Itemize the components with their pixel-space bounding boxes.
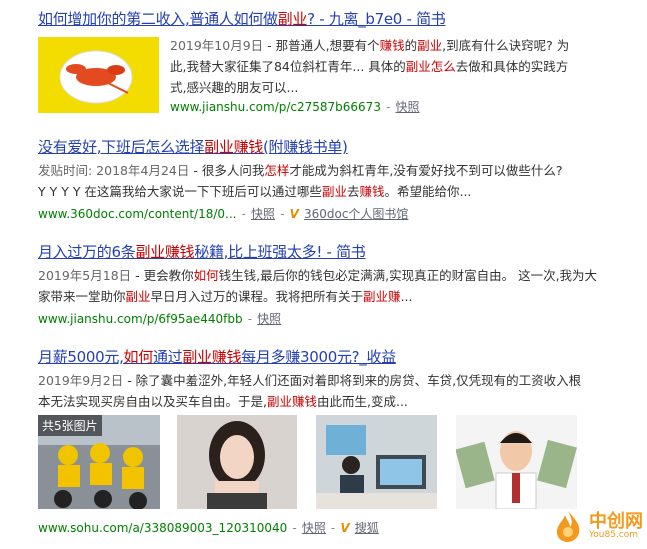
- search-result-1: 如何增加你的第二收入,普通人如何做副业? - 九离_b7e0 - 简书 2019…: [38, 8, 638, 114]
- abstract-highlight: 赚钱: [359, 184, 385, 199]
- result-title-2[interactable]: 没有爱好,下班后怎么选择副业赚钱(附赚钱书单): [38, 136, 638, 157]
- abstract-text: 早日月入过万的课程。我将把所有关于: [150, 289, 364, 304]
- abstract-text: 的: [404, 38, 418, 53]
- search-result-3: 月入过万的6条副业赚钱秘籍,比上班强太多! - 简书 2019年5月18日 - …: [38, 241, 638, 327]
- image-3-office-worker[interactable]: [316, 415, 437, 509]
- abstract-highlight: 赚钱: [379, 38, 405, 53]
- title-text: 每月多赚3000元?_收益: [241, 348, 396, 366]
- source-link[interactable]: 搜狐: [355, 521, 379, 535]
- abstract-text: - 更会教你: [131, 268, 194, 283]
- title-text: 没有爱好,下班后怎么选择: [38, 138, 205, 156]
- title-text: 月入过万的6条: [38, 243, 136, 261]
- title-text: ? - 九离_b7e0 - 简书: [307, 10, 446, 28]
- separator: -: [386, 100, 391, 114]
- abstract-highlight: 怎样: [264, 163, 290, 178]
- result-abstract-1: 2019年10月9日 - 那普通人,想要有个赚钱的副业,到底有什么诀窍呢? 为此…: [170, 35, 582, 98]
- flame-icon: [556, 511, 580, 542]
- abstract-text: - 那普通人,想要有个: [263, 38, 380, 53]
- snapshot-link[interactable]: 快照: [257, 312, 281, 326]
- abstract-highlight: 副业: [321, 184, 347, 199]
- result-meta-3: www.jianshu.com/p/6f95ae440fbb - 快照: [38, 308, 638, 327]
- separator: -: [280, 207, 285, 221]
- image-count-label: 共5张图片: [38, 415, 102, 436]
- title-text: 月薪5000元,: [38, 348, 124, 366]
- abstract-text: ...: [400, 289, 413, 304]
- title-text: (附赚钱书单): [262, 138, 348, 156]
- source-link[interactable]: 360doc个人图书馆: [304, 207, 408, 221]
- watermark-brand: 中创网: [589, 510, 643, 532]
- abstract-highlight: 副业: [417, 38, 443, 53]
- title-highlight: 如何: [123, 348, 154, 366]
- title-highlight: 副业: [277, 10, 308, 28]
- title-highlight: 副业赚钱: [135, 243, 195, 261]
- title-text: 通过: [152, 348, 183, 366]
- result-meta-1: www.jianshu.com/p/c27587b66673 - 快照: [170, 96, 420, 115]
- result-meta-4: www.sohu.com/a/338089003_120310040 - 快照 …: [38, 517, 379, 536]
- title-highlight: 副业赚钱: [204, 138, 263, 156]
- abstract-text: 由此而生,变成...: [317, 394, 408, 409]
- result-date: 2019年9月2日: [38, 373, 124, 388]
- abstract-text: 去: [346, 184, 360, 199]
- result-meta-2: www.360doc.com/content/18/0... - 快照 - V …: [38, 203, 638, 222]
- title-text: 秘籍,比上班强太多! - 简书: [194, 243, 366, 261]
- result-abstract-2: 发贴时间: 2018年4月24日 - 很多人问我怎样才能成为斜杠青年,没有爱好找…: [38, 160, 598, 202]
- abstract-highlight: 副业赚: [363, 289, 401, 304]
- abstract-highlight: 副业: [125, 289, 151, 304]
- snapshot-link[interactable]: 快照: [302, 521, 326, 535]
- result-url[interactable]: www.360doc.com/content/18/0...: [38, 207, 236, 221]
- title-highlight: 副业赚钱: [182, 348, 242, 366]
- result-date: 2019年10月9日: [170, 38, 264, 53]
- abstract-highlight: 副业赚钱: [266, 394, 317, 409]
- result-abstract-4: 2019年9月2日 - 除了囊中羞涩外,年轻人们还面对着即将到来的房贷、车贷,仅…: [38, 370, 583, 412]
- separator: -: [330, 521, 336, 535]
- image-2-woman-portrait[interactable]: [177, 415, 297, 509]
- result-abstract-3: 2019年5月18日 - 更会教你如何钱生钱,最后你的钱包必定满满,实现真正的财…: [38, 265, 598, 307]
- watermark-sub: You85.com: [589, 529, 639, 540]
- abstract-text: 。希望能给你...: [384, 184, 472, 199]
- search-result-2: 没有爱好,下班后怎么选择副业赚钱(附赚钱书单) 发贴时间: 2018年4月24日…: [38, 136, 638, 222]
- result-url[interactable]: www.sohu.com/a/338089003_120310040: [38, 521, 287, 535]
- separator: -: [241, 207, 246, 221]
- abstract-highlight: 副业怎么: [405, 59, 456, 74]
- separator: -: [247, 312, 253, 326]
- snapshot-link[interactable]: 快照: [251, 207, 275, 221]
- result-title-3[interactable]: 月入过万的6条副业赚钱秘籍,比上班强太多! - 简书: [38, 241, 638, 262]
- separator: -: [292, 521, 297, 535]
- title-text: 如何增加你的第二收入,普通人如何做: [38, 10, 278, 28]
- result-date: 发贴时间: 2018年4月24日: [38, 163, 190, 178]
- result-title-4[interactable]: 月薪5000元,如何通过副业赚钱每月多赚3000元?_收益: [38, 346, 638, 367]
- result-url[interactable]: www.jianshu.com/p/c27587b66673: [170, 100, 381, 114]
- lobster-thumbnail[interactable]: [38, 37, 159, 113]
- image-1-scooter-riders[interactable]: 共5张图片: [38, 415, 160, 509]
- result-title-1[interactable]: 如何增加你的第二收入,普通人如何做副业? - 九离_b7e0 - 简书: [38, 8, 638, 29]
- abstract-text: - 很多人问我: [189, 163, 265, 178]
- abstract-highlight: 如何: [193, 268, 219, 283]
- search-result-4: 月薪5000元,如何通过副业赚钱每月多赚3000元?_收益 2019年9月2日 …: [38, 346, 638, 412]
- result-url[interactable]: www.jianshu.com/p/6f95ae440fbb: [38, 312, 243, 326]
- watermark-logo: 中创网 You85.com: [551, 509, 643, 543]
- image-4-man-with-money[interactable]: [456, 415, 577, 509]
- result-date: 2019年5月18日: [38, 268, 132, 283]
- abstract-text: Y Y Y Y 在这篇我给大家说一下下班后可以通过哪些: [38, 184, 322, 199]
- verified-v-icon: V: [289, 207, 299, 221]
- abstract-text: 才能成为斜杠青年,没有爱好找不到可以做些什么?: [289, 163, 563, 178]
- snapshot-link[interactable]: 快照: [396, 100, 420, 114]
- verified-v-icon: V: [340, 521, 350, 535]
